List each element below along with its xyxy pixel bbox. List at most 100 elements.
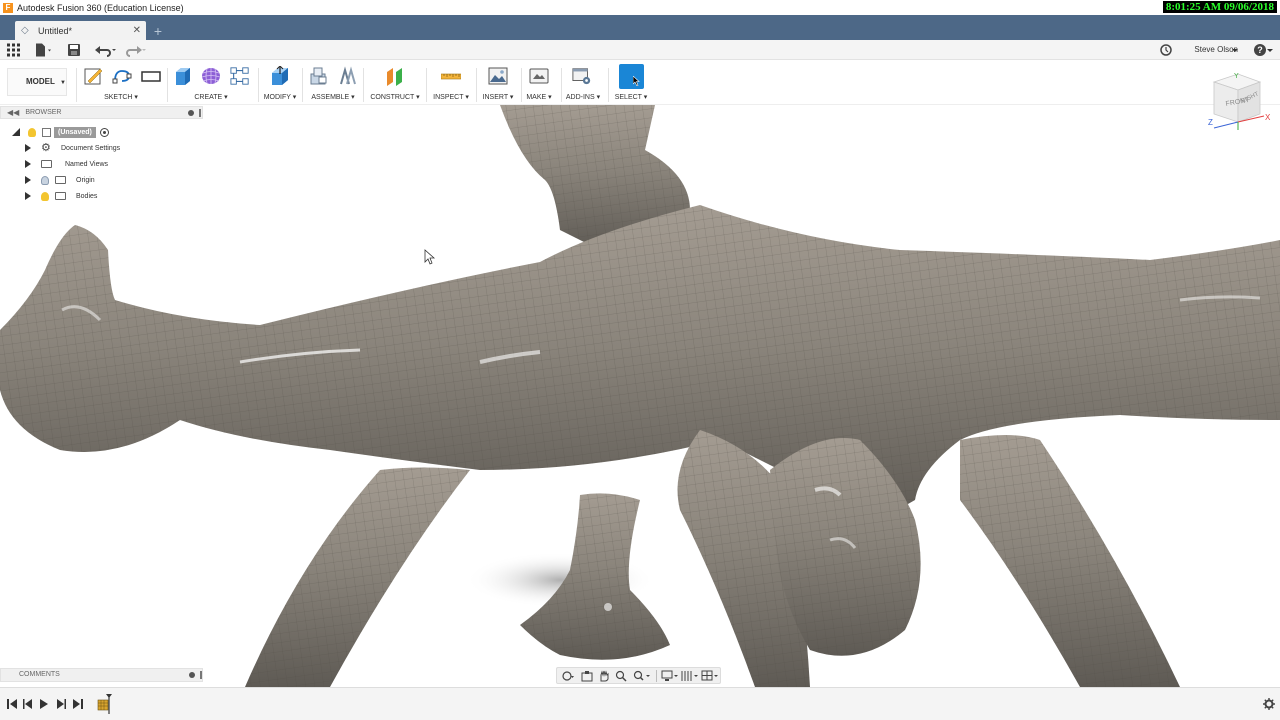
viewcube-x-axis: X bbox=[1265, 113, 1271, 122]
play-icon[interactable] bbox=[38, 698, 50, 710]
activate-component-icon[interactable] bbox=[99, 127, 109, 137]
document-tab-bar: ◇ Untitled* ✕ + bbox=[0, 15, 1280, 40]
create-sketch-icon[interactable] bbox=[84, 66, 104, 86]
save-icon[interactable] bbox=[68, 43, 80, 57]
construct-menu[interactable]: CONSTRUCT ▾ bbox=[370, 93, 419, 101]
expand-triangle-icon[interactable] bbox=[25, 144, 31, 152]
folder-icon bbox=[55, 176, 66, 184]
form-sculpt-icon[interactable] bbox=[201, 66, 221, 86]
file-menu-icon[interactable] bbox=[35, 43, 53, 57]
panel-grip-icon[interactable] bbox=[200, 671, 202, 679]
pin-panel-icon[interactable] bbox=[188, 109, 194, 116]
press-pull-icon[interactable] bbox=[270, 66, 290, 86]
visibility-bulb-off-icon[interactable] bbox=[41, 175, 49, 185]
document-tab[interactable]: ◇ Untitled* ✕ bbox=[15, 21, 146, 40]
browser-item-origin[interactable]: Origin bbox=[25, 173, 95, 187]
go-to-end-icon[interactable] bbox=[72, 698, 84, 710]
job-status-clock-icon[interactable] bbox=[1160, 43, 1172, 57]
timeline-settings-gear-icon[interactable] bbox=[1263, 698, 1275, 710]
fusion-app-icon: F bbox=[3, 2, 13, 13]
step-forward-icon[interactable] bbox=[55, 698, 67, 710]
measure-icon[interactable] bbox=[441, 66, 461, 86]
pan-hand-icon[interactable] bbox=[598, 670, 610, 682]
fit-view-icon[interactable] bbox=[633, 670, 651, 682]
modify-menu[interactable]: MODIFY ▾ bbox=[264, 93, 297, 101]
look-at-icon[interactable] bbox=[581, 670, 593, 682]
select-menu[interactable]: SELECT ▾ bbox=[615, 93, 648, 101]
make-menu[interactable]: MAKE ▾ bbox=[526, 93, 551, 101]
help-chevron-icon[interactable] bbox=[1266, 43, 1274, 57]
add-comment-icon[interactable] bbox=[189, 672, 195, 678]
panel-grip-icon[interactable] bbox=[199, 108, 201, 117]
extrude-icon[interactable] bbox=[173, 66, 193, 86]
viewcube-y-axis: Y bbox=[1234, 73, 1239, 80]
root-component-label[interactable]: (Unsaved) bbox=[54, 126, 96, 138]
browser-item-document-settings[interactable]: ⚙ Document Settings bbox=[25, 141, 120, 155]
quick-access-toolbar: Steve Olson ? bbox=[0, 40, 1280, 60]
line-sketch-icon[interactable] bbox=[112, 66, 132, 86]
document-tab-title: Untitled* bbox=[38, 25, 73, 36]
gear-icon: ⚙ bbox=[41, 142, 51, 154]
viewports-icon[interactable] bbox=[701, 670, 719, 682]
expand-triangle-icon[interactable] bbox=[25, 176, 31, 184]
redo-icon[interactable] bbox=[124, 43, 146, 57]
cursor-arrow-icon bbox=[633, 76, 640, 86]
inspect-menu[interactable]: INSPECT ▾ bbox=[433, 93, 469, 101]
pattern-icon[interactable] bbox=[230, 66, 250, 86]
undo-icon[interactable] bbox=[95, 43, 117, 57]
visibility-bulb-icon[interactable] bbox=[41, 191, 49, 201]
timeline-feature-mesh-icon[interactable] bbox=[96, 694, 114, 714]
insert-image-icon[interactable] bbox=[488, 66, 508, 86]
new-component-icon[interactable] bbox=[309, 66, 329, 86]
expand-triangle-icon[interactable] bbox=[25, 160, 31, 168]
chevron-down-icon[interactable] bbox=[1231, 43, 1239, 57]
comments-panel[interactable]: COMMENTS bbox=[0, 668, 203, 682]
addins-menu[interactable]: ADD-INS ▾ bbox=[566, 93, 600, 101]
browser-item-named-views[interactable]: Named Views bbox=[25, 157, 108, 171]
offset-plane-icon[interactable] bbox=[385, 66, 405, 86]
collapse-panel-icon[interactable]: ◀◀ bbox=[7, 108, 19, 117]
close-tab-icon[interactable]: ✕ bbox=[133, 25, 141, 36]
new-tab-button[interactable]: + bbox=[150, 23, 166, 39]
viewcube-z-axis: Z bbox=[1208, 118, 1213, 127]
help-icon[interactable]: ? bbox=[1254, 44, 1266, 56]
workspace-label: MODEL bbox=[26, 77, 55, 86]
chevron-down-icon: ▼ bbox=[59, 80, 66, 86]
joint-icon[interactable] bbox=[338, 66, 358, 86]
display-settings-icon[interactable] bbox=[661, 670, 679, 682]
go-to-start-icon[interactable] bbox=[6, 698, 18, 710]
browser-root-row[interactable]: (Unsaved) bbox=[12, 125, 109, 139]
visibility-bulb-icon[interactable] bbox=[28, 127, 36, 137]
create-menu[interactable]: CREATE ▾ bbox=[194, 93, 227, 101]
browser-header: ◀◀ BROWSER bbox=[0, 106, 203, 119]
toolbar-separator bbox=[302, 68, 303, 102]
sketch-menu[interactable]: SKETCH ▾ bbox=[104, 93, 138, 101]
viewcube[interactable]: FRONT RIGHT X Y Z bbox=[1206, 70, 1272, 132]
browser-item-bodies[interactable]: Bodies bbox=[25, 189, 97, 203]
toolbar-separator bbox=[521, 68, 522, 102]
rectangle-sketch-icon[interactable] bbox=[141, 66, 161, 86]
expand-triangle-icon[interactable] bbox=[25, 192, 31, 200]
document-icon: ◇ bbox=[21, 24, 29, 36]
toolbar-separator bbox=[258, 68, 259, 102]
document-node-icon bbox=[42, 127, 51, 137]
grid-settings-icon[interactable] bbox=[681, 670, 699, 682]
toolbar-separator bbox=[167, 68, 168, 102]
browser-item-label: Document Settings bbox=[61, 144, 121, 152]
assemble-menu[interactable]: ASSEMBLE ▾ bbox=[311, 93, 354, 101]
step-back-icon[interactable] bbox=[22, 698, 34, 710]
browser-panel: ◀◀ BROWSER (Unsaved) ⚙ Document Settings… bbox=[0, 106, 203, 206]
insert-menu[interactable]: INSERT ▾ bbox=[483, 93, 514, 101]
main-toolbar: MODEL ▼ SKETCH ▾ CREATE ▾ MODIFY ▾ ASSEM… bbox=[0, 60, 1280, 105]
folder-icon bbox=[41, 160, 52, 168]
orbit-icon[interactable] bbox=[561, 670, 575, 682]
workspace-switcher[interactable]: MODEL ▼ bbox=[7, 68, 67, 96]
timeline-bar bbox=[0, 687, 1280, 720]
data-panel-grid-icon[interactable] bbox=[7, 43, 20, 57]
select-tool-button[interactable] bbox=[619, 64, 644, 89]
zoom-icon[interactable] bbox=[615, 670, 627, 682]
toolbar-separator bbox=[426, 68, 427, 102]
3d-print-icon[interactable] bbox=[529, 66, 549, 86]
scripts-addins-icon[interactable] bbox=[572, 66, 592, 86]
expanded-triangle-icon[interactable] bbox=[12, 128, 20, 136]
